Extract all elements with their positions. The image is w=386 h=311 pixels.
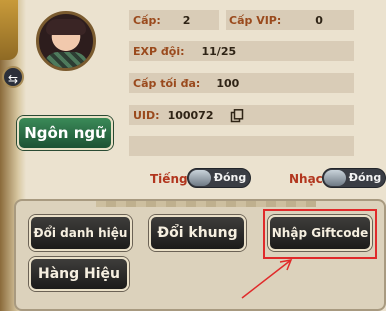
pointer-arrow-icon: [241, 259, 293, 299]
